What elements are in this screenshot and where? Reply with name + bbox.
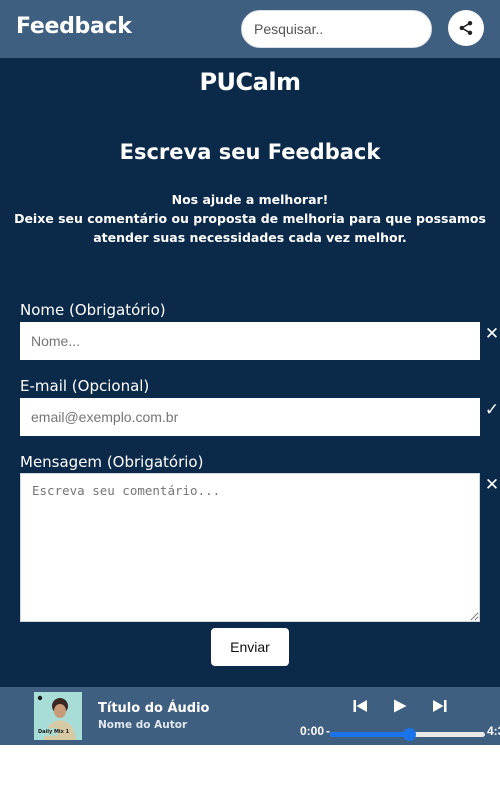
intro-text: Nos ajude a melhorar! Deixe seu comentár… xyxy=(10,190,490,247)
track-title: Título do Áudio xyxy=(98,701,210,716)
page-title: Feedback xyxy=(16,14,132,39)
share-icon xyxy=(459,21,473,35)
share-button[interactable] xyxy=(448,10,484,46)
submit-button[interactable]: Enviar xyxy=(211,628,289,666)
email-label: E-mail (Opcional) xyxy=(20,377,150,395)
audio-player: Daily Mix 1 Título do Áudio Nome do Auto… xyxy=(0,687,500,745)
name-label: Nome (Obrigatório) xyxy=(20,301,166,319)
seek-thumb[interactable] xyxy=(403,728,417,741)
message-field[interactable] xyxy=(20,473,480,622)
message-label: Mensagem (Obrigatório) xyxy=(20,453,204,471)
previous-track-icon[interactable] xyxy=(352,698,368,714)
play-icon[interactable] xyxy=(392,698,408,714)
intro-line-2: Deixe seu comentário ou proposta de melh… xyxy=(14,211,486,245)
seek-slider[interactable] xyxy=(330,728,485,741)
brand-logo-text: PUCalm xyxy=(199,68,301,96)
email-valid-icon: ✓ xyxy=(484,400,500,420)
total-time: 4:3 xyxy=(487,724,500,738)
next-track-icon[interactable] xyxy=(432,698,448,714)
feedback-section: PUCalm Escreva seu Feedback Nos ajude a … xyxy=(0,58,500,687)
seek-progress xyxy=(330,732,410,737)
album-cover: Daily Mix 1 xyxy=(34,692,82,740)
section-heading: Escreva seu Feedback xyxy=(119,140,381,164)
message-invalid-icon: ✕ xyxy=(484,475,500,495)
name-invalid-icon: ✕ xyxy=(484,324,500,344)
intro-line-1: Nos ajude a melhorar! xyxy=(171,192,329,207)
email-field[interactable] xyxy=(20,398,480,436)
name-field[interactable] xyxy=(20,322,480,360)
search-input[interactable] xyxy=(241,10,432,48)
track-author: Nome do Autor xyxy=(98,719,188,731)
cover-text: Daily Mix 1 xyxy=(38,729,70,735)
current-time: 0:00 xyxy=(300,724,325,738)
app-header: Feedback xyxy=(0,0,500,58)
